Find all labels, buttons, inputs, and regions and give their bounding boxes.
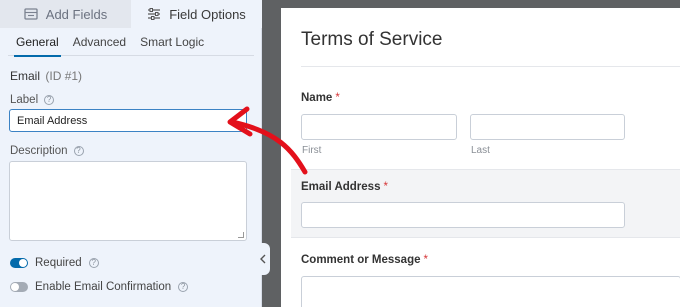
title-divider: [301, 66, 680, 67]
table-icon: [24, 8, 38, 20]
form-title: Terms of Service: [301, 29, 443, 50]
email-field-label: Email Address *: [301, 181, 388, 193]
chevron-left-icon: [260, 254, 266, 264]
tab-add-fields[interactable]: Add Fields: [0, 0, 131, 28]
label-option-label: Label: [10, 94, 39, 106]
options-subtabs: General Advanced Smart Logic: [8, 28, 254, 57]
email-confirmation-label: Enable Email Confirmation: [35, 281, 172, 293]
field-id: (ID #1): [45, 69, 83, 83]
field-options-panel: Add Fields Field Options General Advance…: [0, 0, 262, 307]
first-name-input[interactable]: [301, 114, 457, 140]
description-textarea[interactable]: [9, 161, 247, 241]
first-sublabel: First: [302, 145, 322, 156]
label-option: Label ?: [10, 94, 55, 106]
subtab-smart-logic[interactable]: Smart Logic: [140, 28, 204, 56]
description-option-label: Description: [10, 145, 68, 157]
email-input[interactable]: [301, 202, 625, 228]
required-toggle-row: Required ?: [10, 257, 99, 269]
required-toggle[interactable]: [10, 258, 28, 268]
subtab-advanced[interactable]: Advanced: [73, 28, 126, 56]
required-asterisk: *: [423, 254, 428, 266]
last-name-input[interactable]: [470, 114, 625, 140]
help-icon[interactable]: ?: [44, 95, 55, 105]
tab-add-fields-label: Add Fields: [45, 6, 108, 22]
panel-tabs: Add Fields Field Options: [0, 0, 262, 28]
sliders-icon: [148, 8, 161, 20]
help-icon[interactable]: ?: [178, 282, 189, 292]
tab-field-options-label: Field Options: [169, 6, 246, 22]
subtab-general[interactable]: General: [14, 28, 61, 57]
last-sublabel: Last: [471, 145, 490, 156]
field-name: Email: [10, 69, 41, 83]
name-field-label: Name *: [301, 92, 340, 104]
field-heading: Email (ID #1): [10, 69, 82, 83]
description-option: Description ?: [10, 145, 84, 157]
tab-field-options[interactable]: Field Options: [131, 0, 262, 28]
help-icon[interactable]: ?: [88, 258, 99, 268]
label-input[interactable]: [9, 109, 247, 132]
email-confirmation-toggle[interactable]: [10, 282, 28, 292]
required-asterisk: *: [383, 181, 388, 193]
resize-grip-icon[interactable]: [238, 232, 244, 238]
confirmation-toggle-row: Enable Email Confirmation ?: [10, 281, 189, 293]
required-label: Required: [35, 257, 82, 269]
help-icon[interactable]: ?: [73, 146, 84, 156]
comment-field-label: Comment or Message *: [301, 254, 428, 266]
form-preview: Terms of Service Name * First Last Email …: [281, 8, 680, 307]
comment-textarea[interactable]: [301, 276, 680, 307]
collapse-panel-button[interactable]: [256, 243, 270, 275]
required-asterisk: *: [335, 92, 340, 104]
